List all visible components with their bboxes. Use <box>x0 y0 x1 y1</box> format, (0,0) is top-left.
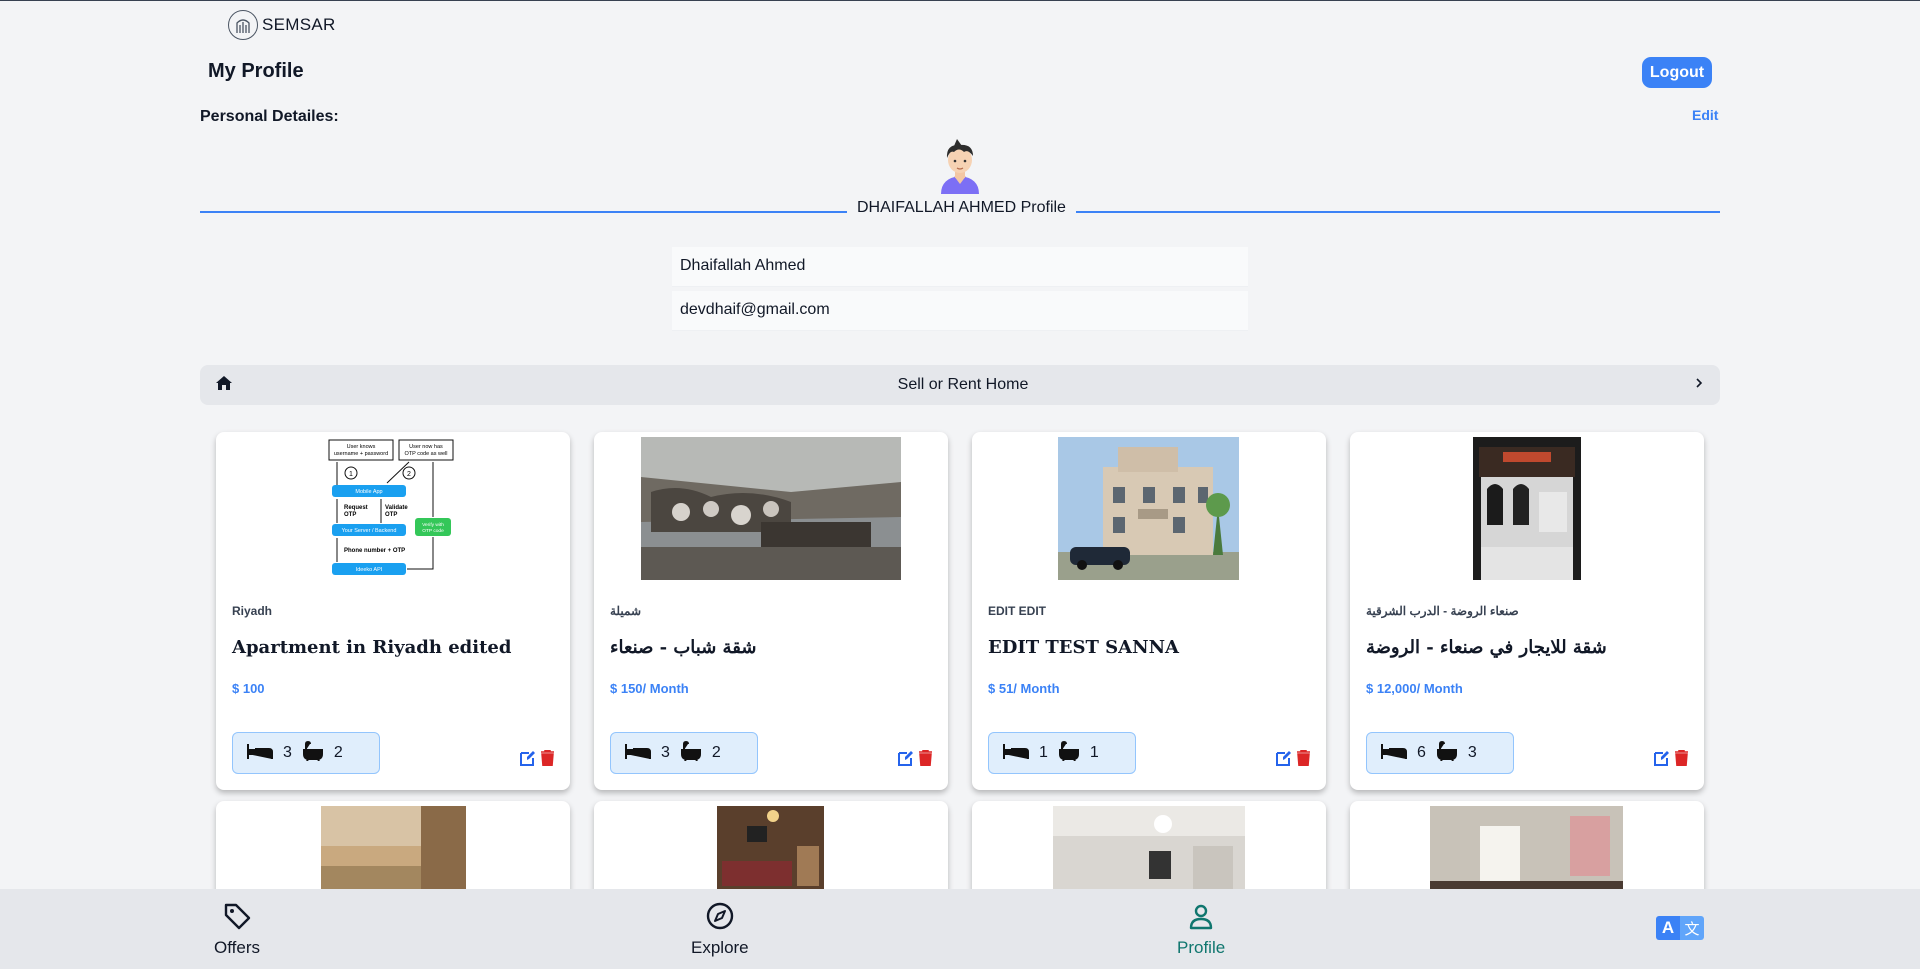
diagram-user-now-has-2: OTP code as well <box>404 451 447 457</box>
diagram-user-knows-2: username + password <box>334 451 388 457</box>
diagram-api: Ideeko API <box>356 567 383 573</box>
diagram-verify: Verify with <box>422 522 444 528</box>
compass-icon <box>705 901 735 936</box>
bottom-nav: Offers Explore Profile <box>0 889 1920 969</box>
listing-card[interactable]: شميلة شقة شباب - صنعاء $ 150/ Month 3 2 <box>594 432 948 790</box>
listing-actions <box>1654 749 1688 771</box>
listing-price: $ 100 <box>232 681 265 696</box>
edit-profile-link[interactable]: Edit <box>1692 107 1718 123</box>
bath-icon <box>680 740 702 766</box>
chevron-right-icon <box>1694 376 1704 394</box>
bath-icon <box>1058 740 1080 766</box>
nav-offers[interactable]: Offers <box>214 901 260 958</box>
baths-count: 2 <box>333 744 343 761</box>
translate-button[interactable]: A 文 <box>1656 916 1704 940</box>
brand-name: SEMSAR <box>262 15 336 34</box>
listing-actions <box>1276 749 1310 771</box>
translate-icon: A <box>1656 916 1680 940</box>
translate-alt-icon: 文 <box>1680 916 1704 940</box>
bed-icon <box>625 742 651 765</box>
listing-location: EDIT EDIT <box>988 604 1047 618</box>
bed-icon <box>1381 742 1407 765</box>
bath-icon <box>1436 740 1458 766</box>
nav-explore[interactable]: Explore <box>691 901 749 958</box>
beds-count: 3 <box>283 744 292 761</box>
bed-icon <box>1003 742 1029 765</box>
tag-icon <box>222 901 252 936</box>
sell-or-rent-label: Sell or Rent Home <box>897 376 1029 393</box>
diagram-mobile-app: Mobile App <box>355 489 382 495</box>
listing-card[interactable]: EDIT EDIT EDIT TEST SANNA $ 51/ Month 1 … <box>972 432 1326 790</box>
nav-explore-label: Explore <box>691 938 749 957</box>
listing-card[interactable]: صنعاء الروضة - الدرب الشرقية شقة للايجار… <box>1350 432 1704 790</box>
listing-price: $ 12,000/ Month <box>1366 681 1463 696</box>
top-border <box>0 0 1920 1</box>
logout-button[interactable]: Logout <box>1642 57 1712 88</box>
nav-profile-label: Profile <box>1177 938 1226 957</box>
listing-rooms: 3 2 <box>232 732 380 774</box>
listing-rooms: 6 3 <box>1366 732 1514 774</box>
listing-price: $ 150/ Month <box>610 681 689 696</box>
baths-count: 1 <box>1089 744 1099 761</box>
listing-actions <box>898 749 932 771</box>
listing-location: صنعاء الروضة - الدرب الشرقية <box>1366 604 1519 618</box>
profile-heading: DHAIFALLAH AHMED Profile <box>847 199 1076 217</box>
diagram-your-server: Your Server / Backend <box>342 528 397 534</box>
avatar <box>937 138 983 194</box>
delete-icon[interactable] <box>1297 749 1310 771</box>
diagram-user-knows: User knows <box>347 444 376 450</box>
beds-count: 1 <box>1039 744 1048 761</box>
diagram-phone-otp: Phone number + OTP <box>344 548 405 554</box>
delete-icon[interactable] <box>541 749 554 771</box>
svg-text:2: 2 <box>407 471 411 478</box>
name-field: Dhaifallah Ahmed <box>672 247 1248 287</box>
delete-icon[interactable] <box>1675 749 1688 771</box>
listing-location: Riyadh <box>232 604 273 618</box>
edit-icon[interactable] <box>1276 750 1292 771</box>
page-title: My Profile <box>208 60 304 82</box>
nav-profile[interactable]: Profile <box>1177 901 1225 958</box>
baths-count: 2 <box>711 744 721 761</box>
email-field: devdhaif@gmail.com <box>672 291 1248 331</box>
home-icon <box>216 375 232 395</box>
user-icon <box>1186 901 1216 936</box>
bath-icon <box>302 740 324 766</box>
baths-count: 3 <box>1467 744 1477 761</box>
bed-icon <box>247 742 273 765</box>
edit-icon[interactable] <box>898 750 914 771</box>
diagram-user-now-has: User now has <box>409 444 443 450</box>
brand-logo-icon <box>228 10 258 40</box>
delete-icon[interactable] <box>919 749 932 771</box>
listing-image <box>1058 437 1239 580</box>
diagram-request-otp-2: OTP <box>344 512 356 518</box>
listing-rooms: 1 1 <box>988 732 1136 774</box>
diagram-validate-otp-2: OTP <box>385 512 397 518</box>
listing-card[interactable]: User knows username + password User now … <box>216 432 570 790</box>
edit-icon[interactable] <box>1654 750 1670 771</box>
listing-title[interactable]: شقة شباب - صنعاء <box>610 637 756 658</box>
brand[interactable]: SEMSAR <box>228 10 336 40</box>
listing-title[interactable]: EDIT TEST SANNA <box>988 637 1179 658</box>
listing-actions <box>520 749 554 771</box>
listing-image <box>1473 437 1581 580</box>
personal-details-label: Personal Detailes: <box>200 108 339 125</box>
beds-count: 3 <box>661 744 670 761</box>
listing-image <box>641 437 901 580</box>
listing-title[interactable]: Apartment in Riyadh edited <box>232 637 511 658</box>
listing-location: شميلة <box>610 604 642 618</box>
listing-title[interactable]: شقة للايجار في صنعاء - الروضة <box>1366 637 1607 658</box>
diagram-verify-2: OTP code <box>422 528 444 534</box>
diagram-request-otp: Request <box>344 505 368 511</box>
beds-count: 6 <box>1417 744 1426 761</box>
nav-offers-label: Offers <box>214 938 260 957</box>
diagram-validate-otp: Validate <box>385 505 408 511</box>
edit-icon[interactable] <box>520 750 536 771</box>
listing-image: User knows username + password User now … <box>327 437 457 580</box>
svg-text:1: 1 <box>349 471 353 478</box>
listing-price: $ 51/ Month <box>988 681 1060 696</box>
listing-rooms: 3 2 <box>610 732 758 774</box>
sell-or-rent-button[interactable]: Sell or Rent Home <box>200 365 1720 405</box>
